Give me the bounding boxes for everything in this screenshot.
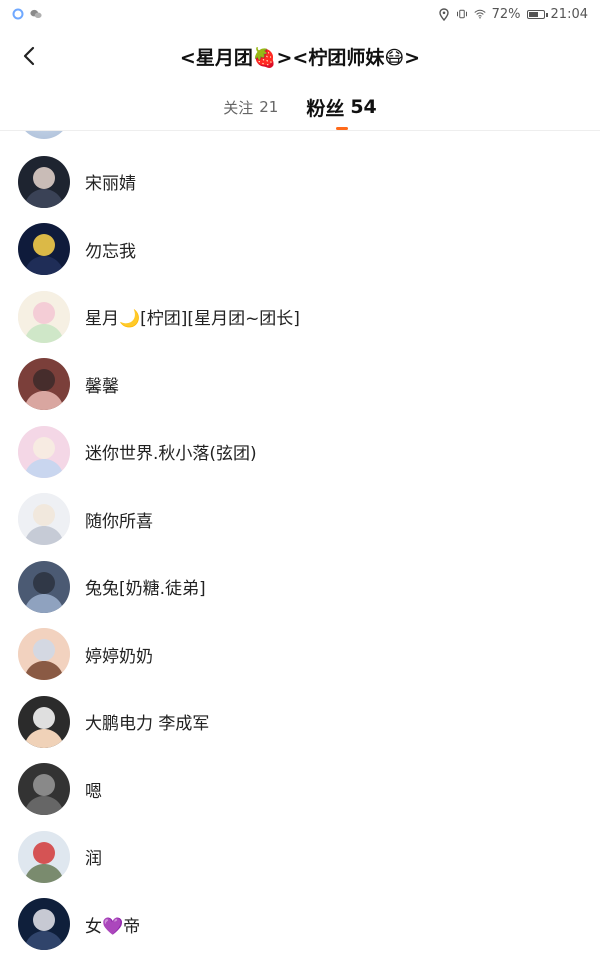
tab-fans-label: 粉丝 xyxy=(306,97,345,120)
tab-following[interactable]: 关注 21 xyxy=(223,84,278,130)
list-item[interactable]: 润 xyxy=(0,823,600,891)
user-name[interactable]: 婷婷奶奶 xyxy=(85,642,153,667)
avatar-image xyxy=(18,560,70,613)
avatar[interactable] xyxy=(18,695,70,748)
active-tab-indicator xyxy=(335,127,348,130)
battery-fill xyxy=(528,11,538,17)
avatar[interactable] xyxy=(18,763,70,816)
avatar[interactable] xyxy=(18,131,70,139)
wechat-icon xyxy=(30,8,42,20)
list-item[interactable]: 女💜帝 xyxy=(0,891,600,959)
user-name[interactable]: 随你所喜 xyxy=(85,507,153,532)
status-right: 72% 21:04 xyxy=(438,7,588,22)
avatar[interactable] xyxy=(18,560,70,613)
avatar[interactable] xyxy=(18,223,70,276)
avatar-image xyxy=(18,763,70,816)
list-item[interactable]: 迷你世界.秋小落(弦团) xyxy=(0,418,600,486)
avatar-image xyxy=(18,493,70,546)
avatar-image xyxy=(18,223,70,276)
back-button[interactable] xyxy=(10,36,50,76)
page-title: <星月团🍓><柠团师妹😷> xyxy=(179,46,421,69)
fans-list[interactable]: 宋丽婧勿忘我星月🌙[柠团][星月团~团长] 馨馨迷你世界.秋小落(弦团) 随你所喜兔… xyxy=(0,131,600,960)
avatar-image xyxy=(18,695,70,748)
user-name[interactable]: 勿忘我 xyxy=(85,237,136,262)
list-item[interactable]: 婷婷奶奶 xyxy=(0,621,600,689)
chevron-left-icon xyxy=(23,46,35,66)
user-name[interactable]: 润 xyxy=(85,844,102,869)
location-icon xyxy=(438,7,450,21)
list-item[interactable]: 随你所喜 xyxy=(0,486,600,554)
user-name[interactable]: 大鹏电力 李成军 xyxy=(85,709,209,734)
user-name[interactable]: 星月🌙[柠团][星月团~团长] xyxy=(85,304,300,329)
tab-following-count: 21 xyxy=(259,98,279,116)
avatar[interactable] xyxy=(18,155,70,208)
tab-fans-count: 54 xyxy=(350,96,377,118)
avatar[interactable] xyxy=(18,493,70,546)
avatar-image xyxy=(18,290,70,343)
avatar[interactable] xyxy=(18,358,70,411)
avatar[interactable] xyxy=(18,290,70,343)
avatar-image xyxy=(18,358,70,411)
avatar-image xyxy=(18,155,70,208)
user-name[interactable]: 馨馨 xyxy=(85,372,119,397)
list-item[interactable]: 馨馨 xyxy=(0,351,600,419)
user-name[interactable]: 女💜帝 xyxy=(85,912,140,937)
avatar-image xyxy=(18,830,70,883)
screen: 72% 21:04 <星月团🍓><柠团师妹😷> 关注 21 粉丝 54 宋丽婧 xyxy=(0,0,600,960)
avatar[interactable] xyxy=(18,425,70,478)
avatar-image xyxy=(18,898,70,951)
wifi-icon xyxy=(474,8,486,20)
avatar-image xyxy=(18,425,70,478)
avatar[interactable] xyxy=(18,628,70,681)
battery-percent: 72% xyxy=(491,6,521,22)
list-item[interactable]: 兔兔[奶糖.徒弟] xyxy=(0,553,600,621)
tab-fans[interactable]: 粉丝 54 xyxy=(306,84,377,130)
battery-icon xyxy=(526,9,548,19)
avatar-image xyxy=(18,628,70,681)
clock: 21:04 xyxy=(550,6,588,22)
list-item[interactable]: 星月🌙[柠团][星月团~团长] xyxy=(0,283,600,351)
user-name[interactable]: 迷你世界.秋小落(弦团) xyxy=(85,439,257,464)
vibrate-icon xyxy=(456,8,468,20)
tab-following-label: 关注 xyxy=(223,98,254,117)
follow-tabs: 关注 21 粉丝 54 xyxy=(0,84,600,131)
user-name[interactable]: 兔兔[奶糖.徒弟] xyxy=(85,574,206,599)
list-item[interactable]: 勿忘我 xyxy=(0,216,600,284)
list-item[interactable]: 大鹏电力 李成军 xyxy=(0,688,600,756)
notification-app-icon xyxy=(12,8,24,20)
header: <星月团🍓><柠团师妹😷> xyxy=(0,28,600,84)
user-name[interactable]: 嗯 xyxy=(85,777,102,802)
avatar[interactable] xyxy=(18,898,70,951)
avatar[interactable] xyxy=(18,830,70,883)
status-bar: 72% 21:04 xyxy=(0,0,600,28)
status-left xyxy=(12,8,42,20)
list-item[interactable]: 宋丽婧 xyxy=(0,148,600,216)
user-name[interactable]: 宋丽婧 xyxy=(85,169,136,194)
list-item[interactable]: 嗯 xyxy=(0,756,600,824)
